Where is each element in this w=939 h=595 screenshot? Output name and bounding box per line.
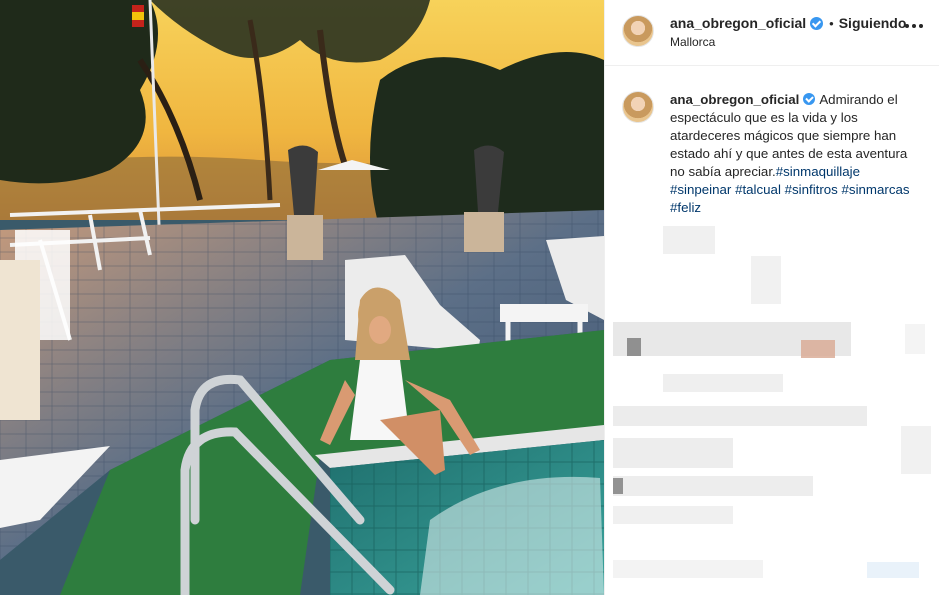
more-options-icon[interactable] <box>905 24 923 28</box>
hashtag[interactable]: #sinpeinar <box>670 182 731 197</box>
verified-badge-icon <box>803 93 816 105</box>
following-button[interactable]: Siguiendo <box>839 15 907 31</box>
avatar[interactable] <box>622 15 654 47</box>
hashtag[interactable]: #talcual <box>735 182 781 197</box>
pool-sunset-photo <box>0 0 604 595</box>
verified-badge-icon <box>810 16 824 30</box>
post-header: ana_obregon_oficial • Siguiendo Mallorca <box>605 0 939 66</box>
post-sidebar: ana_obregon_oficial • Siguiendo Mallorca… <box>604 0 939 595</box>
caption-text: ana_obregon_oficial Admirando el espectác… <box>670 91 922 217</box>
author-username[interactable]: ana_obregon_oficial <box>670 15 806 31</box>
location-link[interactable]: Mallorca <box>670 35 715 49</box>
separator: • <box>829 15 834 31</box>
post-photo[interactable] <box>0 0 604 595</box>
avatar[interactable] <box>622 91 654 123</box>
caption-username[interactable]: ana_obregon_oficial <box>670 92 799 107</box>
hashtag[interactable]: #sinmarcas <box>842 182 910 197</box>
hashtag[interactable]: #sinfitros <box>785 182 838 197</box>
author-line: ana_obregon_oficial • Siguiendo <box>670 15 906 31</box>
hashtag[interactable]: #feliz <box>670 200 701 215</box>
hashtag[interactable]: #sinmaquillaje <box>776 164 860 179</box>
